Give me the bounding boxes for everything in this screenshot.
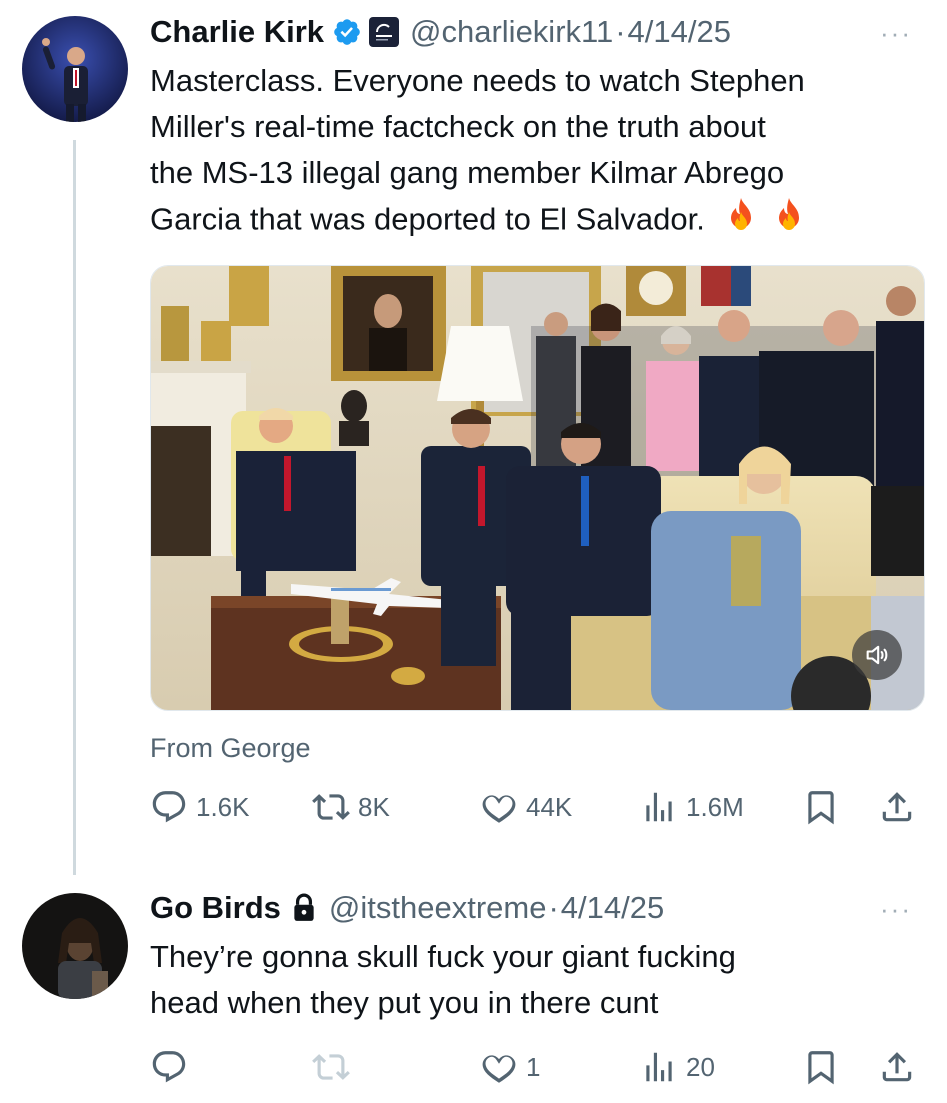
repost-button[interactable]: 8K [312,787,390,827]
reply-author-name[interactable]: Go Birds [150,890,281,926]
tweet-text-line: Garcia that was deported to El Salvador. [150,196,930,247]
share-button[interactable] [878,1047,916,1087]
reply-author-handle[interactable]: @itstheextreme [329,890,547,926]
tweet-header: Charlie Kirk @charliekirk11 · 4/14/25 [150,13,731,51]
author-name[interactable]: Charlie Kirk [150,14,324,50]
bookmark-button[interactable] [802,1047,840,1087]
video-sound-button[interactable] [852,630,902,680]
share-icon [882,1052,912,1082]
reply-action-bar: 1 20 [150,1047,920,1087]
separator-dot: · [615,14,626,49]
views-button[interactable]: 1.6M [640,787,744,827]
reply-text-line: head when they put you in there cunt [150,985,659,1020]
views-icon [646,1052,672,1082]
separator-dot: · [548,890,559,925]
heart-icon [482,795,516,823]
reply-button[interactable]: 1.6K [150,787,250,827]
bookmark-icon [808,1051,834,1085]
views-count: 20 [686,1051,715,1082]
tweet-date[interactable]: 4/14/25 [628,14,731,50]
tweet-text-line: the MS-13 illegal gang member Kilmar Abr… [150,155,785,190]
reply-count: 1.6K [196,791,250,822]
repost-icon [312,1054,350,1080]
share-icon [882,792,912,822]
more-options-icon[interactable]: ··· [880,18,912,49]
repost-button-disabled [312,1047,358,1087]
reply-author-avatar[interactable] [22,893,128,999]
verified-badge-icon [332,17,362,47]
more-options-icon[interactable]: ··· [880,894,912,925]
author-handle[interactable]: @charliekirk11 [410,14,613,50]
share-button[interactable] [878,787,916,827]
tweet-text-line-content: Garcia that was deported to El Salvador. [150,201,705,237]
tweet-video[interactable] [150,265,925,711]
like-button[interactable]: 1 [480,1047,540,1087]
reply-button[interactable] [150,1047,196,1087]
tweet-text-line: Miller's real-time factcheck on the trut… [150,109,766,144]
bookmark-button[interactable] [802,787,840,827]
lock-icon [291,893,317,923]
reply-icon [152,791,186,823]
author-avatar[interactable] [22,16,128,122]
bookmark-icon [808,791,834,825]
reply-date[interactable]: 4/14/25 [561,890,664,926]
speaker-icon [866,645,888,665]
affiliate-org-icon[interactable] [368,16,400,48]
views-button[interactable]: 20 [640,1047,715,1087]
heart-icon [482,1055,516,1083]
tweet-action-bar: 1.6K 8K 44K 1.6M [150,787,920,827]
repost-icon [312,794,350,820]
thread-connector-line [73,140,76,875]
like-count: 44K [526,791,573,822]
fire-emoji [724,196,758,247]
media-source-caption[interactable]: From George [150,733,311,764]
video-frame-image [151,266,924,710]
reply-icon [152,1051,186,1083]
views-count: 1.6M [686,791,744,822]
like-button[interactable]: 44K [480,787,572,827]
reply-text-line: They’re gonna skull fuck your giant fuck… [150,939,736,974]
reply-header: Go Birds @itstheextreme · 4/14/25 [150,889,664,927]
reply-text: They’re gonna skull fuck your giant fuck… [150,934,930,1026]
tweet-text: Masterclass. Everyone needs to watch Ste… [150,58,930,247]
like-count: 1 [526,1051,541,1082]
views-icon [646,792,672,822]
repost-count: 8K [358,791,390,822]
fire-emoji [772,196,806,247]
tweet-text-line: Masterclass. Everyone needs to watch Ste… [150,63,805,98]
